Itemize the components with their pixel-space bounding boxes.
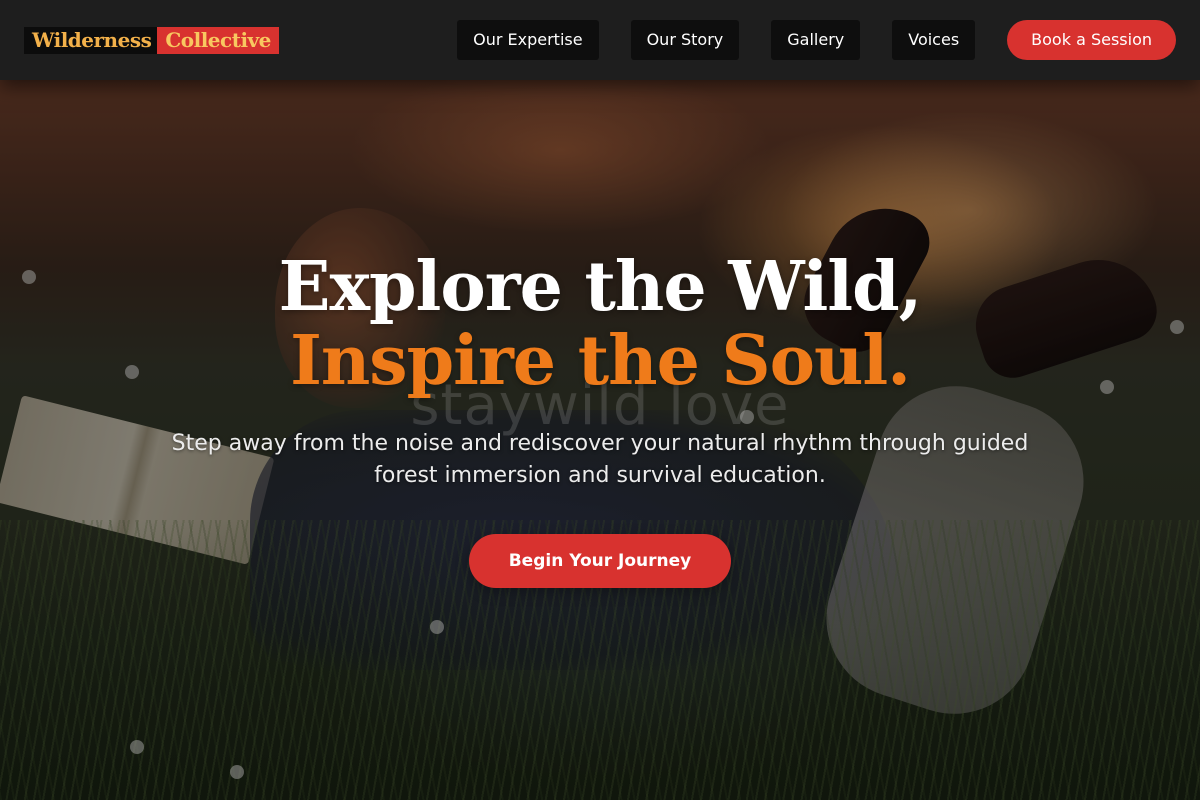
nav-gallery[interactable]: Gallery bbox=[771, 20, 861, 60]
book-session-button[interactable]: Book a Session bbox=[1007, 20, 1176, 60]
main-nav: Our Expertise Our Story Gallery Voices B… bbox=[457, 20, 1176, 60]
headline-accent: Inspire the Soul. bbox=[290, 321, 911, 401]
hero-section: staywild love Explore the Wild, Inspire … bbox=[0, 80, 1200, 800]
nav-our-story[interactable]: Our Story bbox=[630, 20, 740, 60]
brand-logo[interactable]: Wilderness Collective bbox=[24, 26, 279, 54]
begin-journey-button[interactable]: Begin Your Journey bbox=[468, 534, 732, 588]
logo-word-wilderness: Wilderness bbox=[24, 26, 158, 54]
logo-word-collective: Collective bbox=[157, 26, 279, 54]
site-header: Wilderness Collective Our Expertise Our … bbox=[0, 0, 1200, 80]
headline-text: Explore the Wild, bbox=[278, 247, 923, 327]
hero-content: Explore the Wild, Inspire the Soul. Step… bbox=[0, 250, 1200, 588]
hero-subtitle: Step away from the noise and rediscover … bbox=[171, 431, 1029, 488]
nav-voices[interactable]: Voices bbox=[892, 20, 976, 60]
nav-our-expertise[interactable]: Our Expertise bbox=[457, 20, 599, 60]
hero-headline: Explore the Wild, Inspire the Soul. bbox=[150, 250, 1050, 398]
